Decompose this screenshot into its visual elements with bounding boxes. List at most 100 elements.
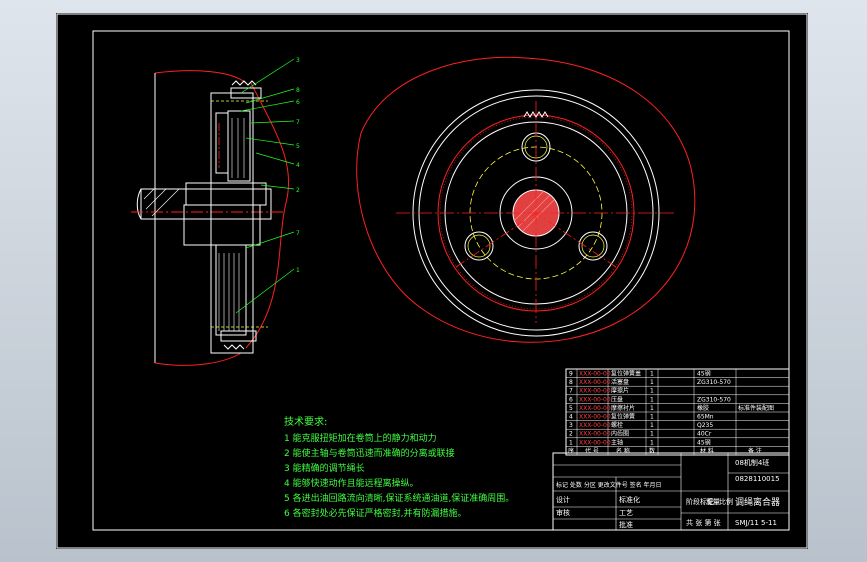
tech-requirements: 技术要求: 1 能克服扭矩加在卷筒上的静力和动力 2 能使主轴与卷筒迅速而准确的… [284, 415, 514, 519]
tb-student-no: 0828110015 [735, 475, 780, 483]
tech-item-2: 2 能使主轴与卷筒迅速而准确的分离或联接 [284, 447, 455, 459]
parts-cell-material: 65Mn [697, 414, 714, 421]
parts-cell-name: 螺栓 [611, 421, 623, 429]
tech-item-4: 4 能够快速动作且能远程离操纵。 [284, 477, 419, 489]
leader-number: 4 [296, 162, 300, 169]
parts-cell-name: 复位弹簧盖 [611, 370, 641, 378]
tech-item-6: 6 各密封处必先保证严格密封,并有防漏措施。 [284, 507, 466, 519]
parts-cell-code: XXX-00-00 [579, 396, 611, 403]
parts-cell-qty: 1 [650, 396, 654, 403]
parts-cell-qty: 1 [650, 405, 654, 412]
tech-item-1: 1 能克服扭矩加在卷筒上的静力和动力 [284, 432, 437, 444]
hub-ring [185, 182, 267, 206]
parts-cell-material: 橡胶 [697, 404, 709, 412]
parts-header-cell: 名 称 [616, 447, 630, 455]
shaft [140, 188, 272, 220]
parts-cell-no: 2 [569, 431, 573, 438]
leader-line [255, 152, 295, 165]
leader-line [235, 268, 295, 314]
break-line-top [154, 70, 247, 84]
gear-teeth-top [231, 80, 257, 86]
tb-check: 审核 [556, 508, 570, 517]
parts-cell-material: 45钢 [697, 370, 711, 378]
title-block: 标记 处数 分区 更改文件号 签名 年月日 设计 标准化 审核 工艺 批准 08… [552, 452, 790, 531]
parts-cell-material: ZG310-570 [697, 396, 731, 403]
front-view [356, 56, 696, 343]
leader-number: 1 [296, 267, 300, 274]
parts-cell-no: 8 [569, 379, 573, 386]
parts-cell-no: 1 [569, 439, 573, 446]
leader-number: 7 [296, 230, 300, 237]
parts-cell-material: Q235 [697, 422, 713, 429]
tb-sheet: 共 张 第 张 [686, 518, 721, 527]
parts-cell-qty: 1 [650, 439, 654, 446]
lower-plate [215, 244, 247, 336]
parts-cell-no: 4 [569, 414, 573, 421]
parts-cell-no: 9 [569, 371, 573, 378]
bolt-hole-right [578, 231, 608, 261]
piston-plate [215, 112, 229, 174]
ring-gear-bottom [220, 330, 257, 342]
parts-cell-no: 7 [569, 388, 573, 395]
leader-number: 2 [296, 187, 300, 194]
parts-cell-material: 40Cr [697, 431, 712, 438]
friction-pack [227, 110, 251, 182]
tb-drawing-name: 调绳离合器 [735, 496, 780, 508]
parts-cell-qty: 1 [650, 388, 654, 395]
section-view [131, 70, 290, 366]
leader-line [250, 120, 295, 124]
parts-list: 9 XXX-00-00 复位弹簧盖 1 45钢8 XXX-00-00 活塞盘 1 ZG310-5… [565, 368, 790, 456]
drawing-canvas[interactable]: 386754271 技术要求: 1 能克服扭矩加在卷筒上的静力和动力 2 能使主… [56, 13, 808, 549]
tb-process: 工艺 [619, 509, 633, 517]
parts-cell-code: XXX-00-00 [579, 414, 611, 421]
tb-mark: 标记 处数 分区 更改文件号 签名 年月日 [556, 481, 662, 489]
parts-cell-code: XXX-00-00 [579, 379, 611, 386]
plate-hatch [218, 118, 245, 331]
parts-cell-no: 3 [569, 422, 573, 429]
parts-cell-material: 45钢 [697, 438, 711, 446]
parts-cell-no: 5 [569, 405, 573, 412]
break-line-bottom [154, 352, 242, 366]
parts-cell-name: 压盘 [611, 395, 623, 403]
parts-cell-name: 主轴 [611, 438, 623, 446]
gear-teeth-bottom [223, 344, 245, 350]
tb-weight: 重量 [706, 498, 720, 506]
parts-cell-qty: 1 [650, 422, 654, 429]
parts-header-cell: 备 注 [748, 447, 762, 455]
parts-cell-qty: 1 [650, 414, 654, 421]
tb-scale: 比例 [719, 497, 733, 506]
leader-number: 5 [296, 143, 300, 150]
leader-number: 8 [296, 87, 300, 94]
tb-drawing-no: SMJ/11 5-11 [735, 519, 777, 527]
parts-cell-name: 复位弹簧 [611, 413, 635, 421]
parts-cell-qty: 1 [650, 379, 654, 386]
leader-number: 7 [296, 119, 300, 126]
shaft-break [136, 188, 142, 220]
parts-cell-name: 内齿圈 [611, 430, 629, 438]
parts-cell-no: 6 [569, 396, 573, 403]
leader-line [240, 58, 295, 94]
parts-header-cell: 序 [568, 447, 574, 455]
parts-cell-qty: 1 [650, 431, 654, 438]
parts-cell-name: 活塞盘 [611, 378, 629, 386]
leader-number: 3 [296, 57, 300, 64]
tb-design: 设计 [556, 495, 570, 504]
parts-cell-note: 标准件装配图 [738, 404, 774, 412]
drawing-svg: 386754271 技术要求: 1 能克服扭矩加在卷筒上的静力和动力 2 能使主… [56, 13, 808, 549]
parts-header-cell: 代 号 [585, 447, 599, 455]
parts-cell-name: 摩擦衬片 [611, 404, 635, 412]
parts-cell-code: XXX-00-00 [579, 422, 611, 429]
tb-standard: 标准化 [619, 495, 640, 504]
parts-cell-code: XXX-00-00 [579, 431, 611, 438]
parts-cell-code: XXX-00-00 [579, 371, 611, 378]
hub-body [183, 204, 261, 246]
parts-cell-code: XXX-00-00 [579, 439, 611, 446]
parts-header-cell: 材 料 [700, 447, 714, 455]
parts-cell-qty: 1 [650, 371, 654, 378]
tech-item-5: 5 各进出油回路流向清晰,保证系统通油道,保证准确周围。 [284, 492, 514, 504]
parts-cell-code: XXX-00-00 [579, 388, 611, 395]
cad-viewport: 386754271 技术要求: 1 能克服扭矩加在卷筒上的静力和动力 2 能使主… [0, 0, 867, 562]
parts-header-cell: 数 [649, 447, 655, 455]
leader-number: 6 [296, 99, 300, 106]
parts-cell-code: XXX-00-00 [579, 405, 611, 412]
